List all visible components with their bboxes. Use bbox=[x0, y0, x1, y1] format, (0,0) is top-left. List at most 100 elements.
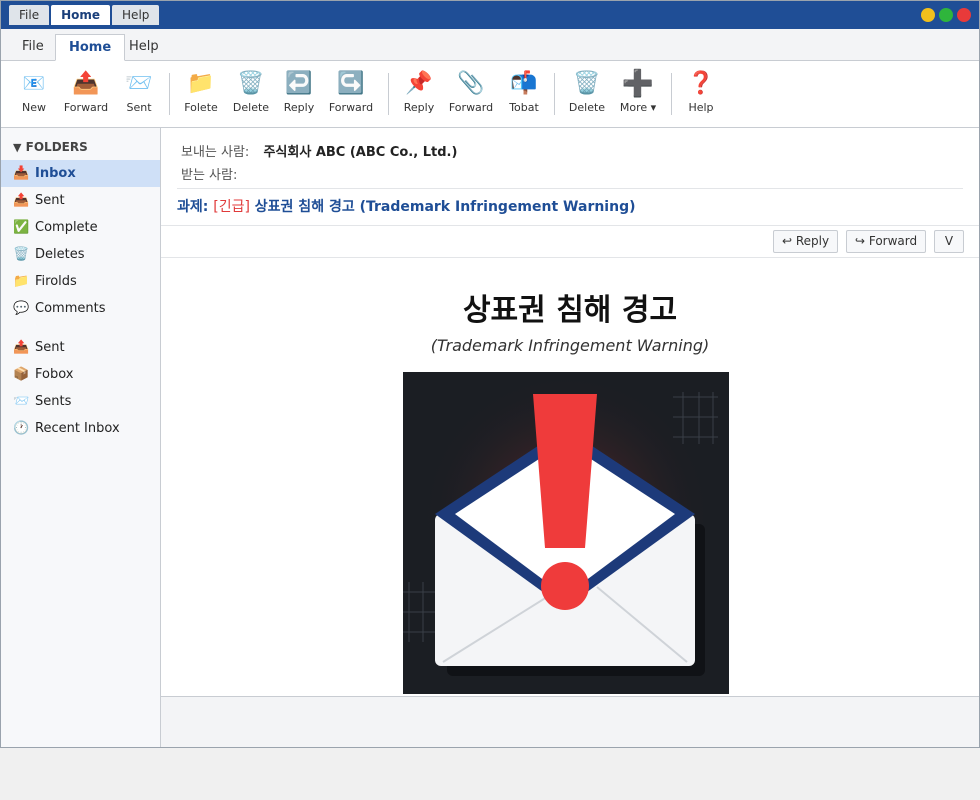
new-button-label: New bbox=[22, 101, 46, 114]
body-subtitle: (Trademark Infringement Warning) bbox=[430, 336, 710, 355]
plus-icon: ➕ bbox=[621, 69, 655, 99]
minimize-button[interactable] bbox=[921, 8, 935, 22]
trash-icon: 🗑️ bbox=[13, 247, 30, 262]
forward-button-2-label: Forward bbox=[328, 101, 374, 114]
new-button[interactable]: 📧 New bbox=[4, 69, 64, 114]
outbox-tray-icon: 📤 bbox=[72, 71, 100, 96]
inbox-tray-icon: 📥 bbox=[13, 166, 30, 181]
sidebar-item-label: Sent bbox=[35, 340, 65, 355]
sidebar-item-comments[interactable]: 💬 Comments bbox=[1, 295, 160, 322]
subject-prefix: 과제: bbox=[177, 199, 209, 215]
from-row: 보내는 사람: 주식회사 ABC (ABC Co., Ltd.) bbox=[181, 141, 457, 160]
sidebar-item-recent-inbox[interactable]: 🕐 Recent Inbox bbox=[1, 415, 160, 442]
mail-window: File Home Help File Home Help 📧 New 📤 Fo… bbox=[0, 0, 980, 748]
reply-button-2[interactable]: 📌 Reply bbox=[389, 69, 449, 114]
caret-down-icon: ▼ bbox=[13, 141, 22, 154]
incoming-envelope-icon: 📨 bbox=[13, 394, 30, 409]
folder-icon: 📁 bbox=[13, 274, 30, 289]
speech-bubble-icon: 💬 bbox=[13, 301, 30, 316]
check-icon: ✅ bbox=[13, 220, 30, 235]
reading-pane: 보내는 사람: 주식회사 ABC (ABC Co., Ltd.) 받는 사람: … bbox=[161, 128, 979, 747]
sidebar-item-label: Inbox bbox=[35, 166, 76, 181]
sidebar-item-label: Firolds bbox=[35, 274, 77, 289]
toolbar-divider bbox=[169, 73, 170, 115]
outbox-tray-icon: 📤 bbox=[13, 340, 30, 355]
from-value[interactable]: 주식회사 ABC (ABC Co., Ltd.) bbox=[263, 145, 457, 160]
folders-heading-label: FOLDERS bbox=[25, 140, 88, 154]
tobat-button[interactable]: 📬 Tobat bbox=[494, 69, 554, 114]
forward-action-button[interactable]: ↪ Forward bbox=[846, 230, 927, 253]
reply-button-2-label: Reply bbox=[403, 101, 435, 114]
warning-envelope-image bbox=[403, 372, 729, 694]
to-label: 받는 사람: bbox=[181, 168, 238, 183]
sent-button-label: Sent bbox=[126, 101, 152, 114]
reply-button[interactable]: ↩️ Reply bbox=[269, 69, 329, 114]
reply-arrow-icon: ↩️ bbox=[285, 71, 313, 96]
title-tabs: File Home Help bbox=[9, 5, 160, 25]
message-action-bar: ↩ Reply ↪ Forward V bbox=[161, 225, 979, 258]
package-icon: 📦 bbox=[13, 367, 30, 382]
sidebar-item-label: Recent Inbox bbox=[35, 421, 120, 436]
from-label: 보내는 사람: bbox=[181, 145, 250, 160]
more-button[interactable]: ➕ More ▾ bbox=[608, 69, 668, 114]
tobat-button-label: Tobat bbox=[509, 101, 539, 114]
subject-line: 과제: [긴급] 상표권 침해 경고 (Trademark Infringeme… bbox=[177, 188, 963, 216]
more-button-label: More ▾ bbox=[619, 101, 657, 114]
sidebar-item-sent-2[interactable]: 📤 Sent bbox=[1, 334, 160, 361]
close-button[interactable] bbox=[957, 8, 971, 22]
forward-button-3[interactable]: 📎 Forward bbox=[441, 69, 501, 114]
forward-button-label: Forward bbox=[63, 101, 109, 114]
forward-button-3-label: Forward bbox=[448, 101, 494, 114]
sidebar-item-deletes[interactable]: 🗑️ Deletes bbox=[1, 241, 160, 268]
paperclip-icon: 📎 bbox=[457, 71, 485, 96]
sidebar-item-label: Sents bbox=[35, 394, 72, 409]
clock-icon: 🕐 bbox=[13, 421, 30, 436]
maximize-button[interactable] bbox=[939, 8, 953, 22]
sidebar-item-firolds[interactable]: 📁 Firolds bbox=[1, 268, 160, 295]
outbox-tray-icon: 📤 bbox=[13, 193, 30, 208]
window-controls bbox=[921, 8, 971, 22]
sent-button[interactable]: 📨 Sent bbox=[109, 69, 169, 114]
sidebar-item-sents[interactable]: 📨 Sents bbox=[1, 388, 160, 415]
reply-button-label: Reply bbox=[283, 101, 315, 114]
status-bar bbox=[161, 696, 979, 747]
urgent-tag: [긴급] bbox=[213, 199, 250, 215]
pin-icon: 📌 bbox=[405, 71, 433, 96]
title-tab-file[interactable]: File bbox=[9, 5, 50, 25]
help-button[interactable]: ❓ Help bbox=[671, 69, 731, 114]
toolbar-divider bbox=[554, 73, 555, 115]
sidebar-item-fobox[interactable]: 📦 Fobox bbox=[1, 361, 160, 388]
tab-file[interactable]: File bbox=[9, 34, 57, 61]
body-title: 상표권 침해 경고 bbox=[462, 293, 678, 328]
help-button-label: Help bbox=[688, 101, 714, 114]
tab-home[interactable]: Home bbox=[55, 34, 126, 61]
sidebar-item-label: Complete bbox=[35, 220, 98, 235]
question-icon: ❓ bbox=[687, 71, 715, 96]
sidebar-item-complete[interactable]: ✅ Complete bbox=[1, 214, 160, 241]
title-tab-home[interactable]: Home bbox=[51, 5, 111, 25]
sidebar-item-sent[interactable]: 📤 Sent bbox=[1, 187, 160, 214]
forward-arrow-icon: ↪️ bbox=[337, 71, 365, 96]
sidebar-item-label: Sent bbox=[35, 193, 65, 208]
title-bar: File Home Help bbox=[1, 1, 979, 29]
toolbar: 📧 New 📤 Forward 📨 Sent 📁 Folete 🗑️ Delet… bbox=[1, 61, 979, 128]
message-body: 상표권 침해 경고 (Trademark Infringement Warnin… bbox=[161, 258, 979, 696]
forward-button-2[interactable]: ↪️ Forward bbox=[321, 69, 381, 114]
title-tab-help[interactable]: Help bbox=[112, 5, 160, 25]
folders-heading[interactable]: ▼ FOLDERS bbox=[13, 140, 88, 154]
to-row: 받는 사람: bbox=[181, 164, 237, 183]
warning-envelope-icon bbox=[403, 372, 729, 694]
sidebar-item-label: Fobox bbox=[35, 367, 74, 382]
sidebar-item-label: Comments bbox=[35, 301, 106, 316]
tab-help[interactable]: Help bbox=[116, 34, 172, 61]
new-mail-icon: 📧 bbox=[22, 73, 46, 94]
sidebar-item-label: Deletes bbox=[35, 247, 85, 262]
mailbox-icon: 📬 bbox=[510, 71, 538, 96]
folder-sidebar: ▼ FOLDERS 📥 Inbox 📤 Sent ✅ Complete 🗑️ Delet… bbox=[1, 128, 161, 747]
forward-button[interactable]: 📤 Forward bbox=[56, 69, 116, 114]
more-actions-button[interactable]: V bbox=[934, 230, 964, 253]
reply-action-button[interactable]: ↩ Reply bbox=[773, 230, 839, 253]
sidebar-item-inbox[interactable]: 📥 Inbox bbox=[1, 160, 160, 187]
subject-text: 상표권 침해 경고 (Trademark Infringement Warnin… bbox=[254, 199, 636, 215]
incoming-envelope-icon: 📨 bbox=[125, 71, 153, 96]
